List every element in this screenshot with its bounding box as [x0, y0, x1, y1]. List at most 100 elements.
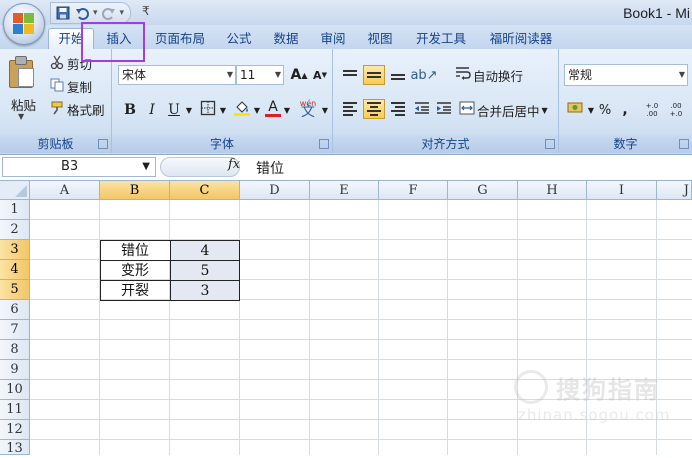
row-header-4[interactable]: 4 — [0, 260, 30, 280]
font-color-letter: A — [268, 98, 278, 115]
comma-button[interactable]: , — [617, 99, 633, 121]
row-header-6[interactable]: 6 — [0, 300, 30, 320]
row-header-2[interactable]: 2 — [0, 220, 30, 240]
formula-input[interactable]: 错位 — [256, 158, 284, 178]
number-format-combo[interactable]: 常规 ▼ — [564, 64, 688, 86]
fill-color-dropdown-icon[interactable]: ▼ — [252, 99, 262, 121]
copy-button[interactable]: 复制 — [50, 76, 92, 96]
merge-center-label: 合并后居中 — [477, 103, 540, 119]
currency-button[interactable] — [565, 99, 587, 121]
redo-icon[interactable] — [101, 5, 117, 21]
underline-dropdown-icon[interactable]: ▼ — [184, 99, 194, 121]
font-group-label: 字体 — [112, 135, 332, 153]
column-header-g[interactable]: G — [448, 181, 518, 200]
column-header-f[interactable]: F — [379, 181, 448, 200]
watermark: 搜狗指南 zhinan.sogou.com — [512, 370, 682, 430]
decrease-indent-button[interactable] — [411, 99, 433, 121]
format-painter-icon — [50, 101, 64, 118]
number-format-dropdown-icon[interactable]: ▼ — [679, 65, 685, 85]
font-name-dropdown-icon[interactable]: ▼ — [227, 66, 233, 84]
format-painter-label: 格式刷 — [67, 102, 105, 118]
font-color-dropdown-icon[interactable]: ▼ — [282, 99, 292, 121]
align-top-button[interactable] — [339, 65, 361, 85]
tab-data[interactable]: 数据 — [266, 29, 306, 49]
wrap-text-label: 自动换行 — [473, 68, 524, 84]
undo-dropdown-icon[interactable]: ▾ — [93, 8, 98, 18]
phonetic-dropdown-icon[interactable]: ▼ — [320, 99, 330, 121]
watermark-url: zhinan.sogou.com — [518, 406, 671, 424]
paste-dropdown-icon[interactable]: ▼ — [18, 112, 24, 121]
row-header-5[interactable]: 5 — [0, 280, 30, 300]
merge-center-dropdown-icon[interactable]: ▼ — [542, 106, 548, 115]
tab-view[interactable]: 视图 — [360, 29, 400, 49]
align-middle-button[interactable] — [363, 65, 385, 85]
column-header-d[interactable]: D — [240, 181, 310, 200]
column-header-c[interactable]: C — [170, 181, 240, 200]
tab-developer[interactable]: 开发工具 — [408, 29, 474, 49]
align-left-button[interactable] — [339, 99, 361, 119]
font-size-dropdown-icon[interactable]: ▼ — [275, 66, 281, 84]
column-header-b[interactable]: B — [100, 181, 170, 200]
column-header-i[interactable]: I — [587, 181, 657, 200]
borders-button[interactable] — [198, 99, 218, 121]
align-center-button[interactable] — [363, 99, 385, 119]
font-dialog-launcher-icon[interactable] — [319, 139, 329, 149]
font-size-combo[interactable]: 11 ▼ — [236, 65, 284, 85]
increase-decimal-button[interactable]: +.0 .00 — [641, 99, 663, 121]
row-header-10[interactable]: 10 — [0, 380, 30, 400]
fill-color-button[interactable] — [232, 99, 252, 121]
increase-indent-button[interactable] — [433, 99, 455, 121]
row-header-1[interactable]: 1 — [0, 200, 30, 220]
orientation-button[interactable]: ab↗ — [410, 64, 438, 86]
insert-function-button[interactable]: fx — [228, 157, 240, 172]
save-icon[interactable] — [55, 5, 71, 21]
row-header-12[interactable]: 12 — [0, 420, 30, 440]
name-box[interactable]: B3 ▼ — [2, 157, 156, 177]
customize-qat-icon[interactable]: ₹ — [142, 4, 150, 18]
font-size-value: 11 — [240, 68, 256, 82]
alignment-dialog-launcher-icon[interactable] — [545, 139, 555, 149]
row-header-3[interactable]: 3 — [0, 240, 30, 260]
office-button[interactable] — [3, 3, 45, 45]
paste-icon[interactable] — [9, 56, 35, 88]
orientation-icon: ab↗ — [410, 67, 438, 83]
column-header-j[interactable]: J — [657, 181, 692, 200]
format-painter-button[interactable]: 格式刷 — [50, 99, 105, 119]
wrap-text-button[interactable]: 自动换行 — [455, 64, 549, 86]
row-header-8[interactable]: 8 — [0, 340, 30, 360]
number-dialog-launcher-icon[interactable] — [679, 139, 689, 149]
copy-icon — [50, 78, 64, 95]
column-header-a[interactable]: A — [30, 181, 100, 200]
borders-dropdown-icon[interactable]: ▼ — [218, 99, 228, 121]
row-header-13[interactable]: 13 — [0, 440, 30, 456]
percent-button[interactable]: % — [597, 99, 613, 121]
tab-review[interactable]: 审阅 — [314, 29, 352, 49]
tab-page-layout[interactable]: 页面布局 — [148, 29, 212, 49]
redo-dropdown-icon[interactable]: ▾ — [120, 8, 125, 18]
underline-button[interactable]: U — [164, 99, 184, 121]
align-bottom-button[interactable] — [387, 65, 409, 85]
align-right-button[interactable] — [387, 99, 409, 119]
column-header-h[interactable]: H — [518, 181, 587, 200]
phonetic-button[interactable]: wén 文 — [296, 97, 320, 119]
grow-font-button[interactable]: A ▲ — [288, 64, 310, 86]
font-color-button[interactable]: A — [264, 97, 282, 119]
tab-foxit-reader[interactable]: 福昕阅读器 — [482, 29, 560, 49]
font-name-combo[interactable]: 宋体 ▼ — [118, 65, 236, 85]
merge-center-button[interactable]: 合并后居中 ▼ — [459, 99, 555, 121]
bold-button[interactable]: B — [120, 99, 140, 121]
name-box-dropdown-icon[interactable]: ▼ — [142, 158, 150, 176]
undo-icon[interactable] — [74, 5, 90, 21]
select-all-button[interactable] — [0, 181, 30, 200]
shrink-font-button[interactable]: A ▼ — [310, 64, 330, 86]
row-header-7[interactable]: 7 — [0, 320, 30, 340]
tab-formulas[interactable]: 公式 — [220, 29, 258, 49]
italic-button[interactable]: I — [142, 99, 162, 121]
row-header-11[interactable]: 11 — [0, 400, 30, 420]
currency-dropdown-icon[interactable]: ▼ — [587, 99, 595, 121]
decrease-decimal-button[interactable]: .00 +.0 — [665, 99, 687, 121]
clipboard-dialog-launcher-icon[interactable] — [98, 139, 108, 149]
row-header-9[interactable]: 9 — [0, 360, 30, 380]
column-header-e[interactable]: E — [310, 181, 379, 200]
window-title: Book1 - Mi — [623, 5, 690, 21]
